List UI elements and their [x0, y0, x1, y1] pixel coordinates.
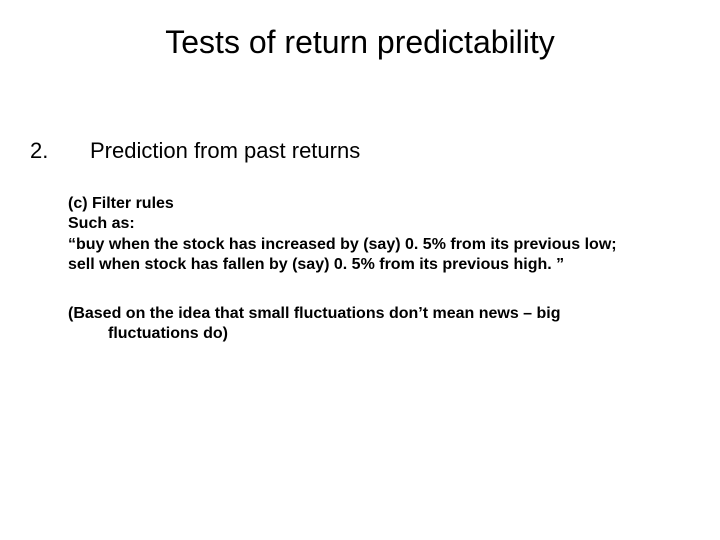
body-text: (c) Filter rules Such as: “buy when the … — [68, 194, 658, 276]
body-line-4: sell when stock has fallen by (say) 0. 5… — [68, 255, 658, 275]
paren-note: (Based on the idea that small fluctuatio… — [68, 304, 658, 345]
body-line-3: “buy when the stock has increased by (sa… — [68, 235, 658, 255]
slide: Tests of return predictability 2. Predic… — [0, 0, 720, 540]
paren-line-1: (Based on the idea that small fluctuatio… — [68, 304, 658, 324]
list-item-number: 2. — [30, 138, 48, 164]
body-line-2: Such as: — [68, 214, 658, 234]
body-line-1: (c) Filter rules — [68, 194, 658, 214]
list-item-heading: Prediction from past returns — [90, 138, 360, 164]
paren-line-2: fluctuations do) — [68, 324, 658, 344]
slide-title: Tests of return predictability — [0, 24, 720, 61]
